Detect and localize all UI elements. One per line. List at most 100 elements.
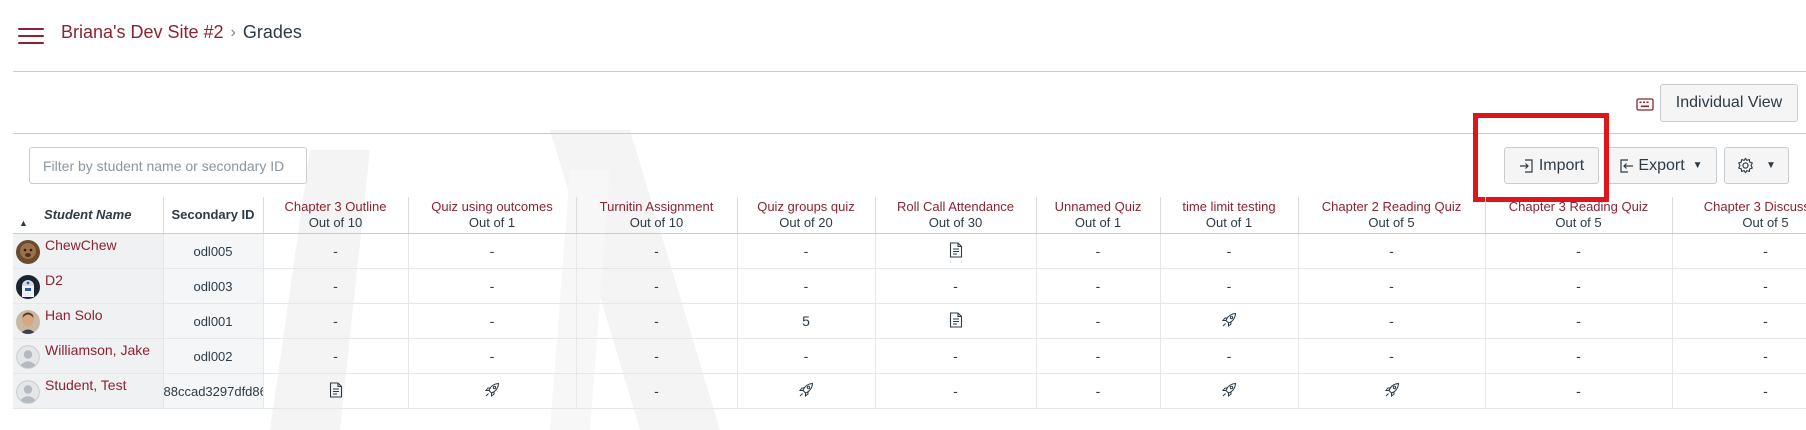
assignment-name[interactable]: Turnitin Assignment [581, 199, 733, 215]
sort-up-icon[interactable]: ▲ [19, 215, 28, 231]
grade-cell[interactable]: - [875, 268, 1037, 304]
assignment-header-8[interactable]: Chapter 3 Reading Quiz Out of 5 [1485, 197, 1673, 234]
grade-cell[interactable]: - [1298, 233, 1486, 269]
grade-cell[interactable]: - [263, 303, 409, 339]
grade-cell[interactable]: - [1485, 233, 1673, 269]
grade-cell[interactable]: - [1485, 303, 1673, 339]
avatar-icon[interactable] [16, 380, 40, 404]
grade-cell-rocket-icon[interactable] [737, 373, 876, 409]
grade-cell-document-icon[interactable] [875, 233, 1037, 269]
assignment-header-0[interactable]: Chapter 3 Outline Out of 10 [263, 197, 409, 234]
grade-cell[interactable]: - [737, 268, 876, 304]
assignment-name[interactable]: Quiz groups quiz [742, 199, 871, 215]
grade-cell[interactable]: 5 [737, 303, 876, 339]
assignment-name[interactable]: Roll Call Attendance [880, 199, 1032, 215]
assignment-points: Out of 20 [779, 215, 833, 230]
grade-cell-rocket-icon[interactable] [1160, 303, 1299, 339]
grade-cell[interactable]: - [408, 268, 577, 304]
assignment-header-5[interactable]: Unnamed Quiz Out of 1 [1036, 197, 1161, 234]
avatar-icon[interactable] [16, 345, 40, 369]
grade-cell[interactable]: - [1160, 338, 1299, 374]
student-name-link[interactable]: D2 [45, 272, 63, 288]
grade-cell[interactable]: - [263, 268, 409, 304]
grade-cell[interactable]: - [576, 268, 738, 304]
grade-cell[interactable]: - [1672, 338, 1806, 374]
grade-cell[interactable]: - [576, 373, 738, 409]
grade-cell[interactable]: - [737, 233, 876, 269]
breadcrumb-current-page: Grades [242, 22, 302, 42]
grade-cell[interactable]: - [737, 338, 876, 374]
grade-cell[interactable]: - [1672, 373, 1806, 409]
assignment-name[interactable]: Chapter 2 Reading Quiz [1303, 199, 1481, 215]
individual-view-button[interactable]: Individual View [1660, 84, 1798, 122]
grade-cell[interactable]: - [1672, 303, 1806, 339]
gradebook-settings-button[interactable]: ▼ [1724, 147, 1789, 184]
grade-cell-document-icon[interactable] [263, 373, 409, 409]
student-name-cell: D2 [13, 268, 164, 304]
assignment-points: Out of 5 [1742, 215, 1789, 230]
grade-cell-rocket-icon[interactable] [408, 373, 577, 409]
breadcrumb-course-link[interactable]: Briana's Dev Site #2 [61, 22, 224, 43]
grade-cell[interactable]: - [1485, 373, 1673, 409]
grade-cell[interactable]: - [1036, 338, 1161, 374]
grade-cell[interactable]: - [1036, 268, 1161, 304]
assignment-points: Out of 1 [1074, 215, 1122, 230]
grade-cell[interactable]: - [263, 338, 409, 374]
student-name-header-label: Student Name [44, 207, 132, 222]
avatar-icon[interactable] [16, 275, 40, 299]
grade-cell[interactable]: - [1160, 233, 1299, 269]
grade-cell[interactable]: - [408, 338, 577, 374]
grade-cell[interactable]: - [1298, 338, 1486, 374]
grade-cell[interactable]: - [1160, 268, 1299, 304]
hamburger-menu-icon[interactable] [18, 26, 44, 46]
grade-cell[interactable]: - [1485, 268, 1673, 304]
grade-cell[interactable]: - [576, 233, 738, 269]
grade-cell[interactable]: - [1672, 233, 1806, 269]
assignment-name[interactable]: Chapter 3 Outline [268, 199, 404, 215]
assignment-name[interactable]: Quiz using outcomes [413, 199, 572, 215]
student-name-link[interactable]: Williamson, Jake [45, 342, 150, 358]
grade-cell-rocket-icon[interactable] [1298, 373, 1486, 409]
student-name-link[interactable]: Student, Test [45, 377, 126, 393]
assignment-header-3[interactable]: Quiz groups quiz Out of 20 [737, 197, 876, 234]
grade-cell[interactable]: - [875, 338, 1037, 374]
grade-cell[interactable]: - [1485, 338, 1673, 374]
grade-cell[interactable]: - [1298, 268, 1486, 304]
avatar-icon[interactable] [16, 310, 40, 334]
grade-cell[interactable]: - [408, 303, 577, 339]
assignment-header-4[interactable]: Roll Call Attendance Out of 30 [875, 197, 1037, 234]
grade-cell[interactable]: - [576, 338, 738, 374]
export-button[interactable]: Export ▼ [1604, 147, 1717, 184]
student-filter-input[interactable] [29, 147, 307, 184]
assignment-header-7[interactable]: Chapter 2 Reading Quiz Out of 5 [1298, 197, 1486, 234]
assignment-header-6[interactable]: time limit testing Out of 1 [1160, 197, 1299, 234]
secondary-id-header[interactable]: Secondary ID [163, 197, 264, 234]
gear-icon [1738, 157, 1753, 174]
grade-cell[interactable]: - [576, 303, 738, 339]
assignment-header-2[interactable]: Turnitin Assignment Out of 10 [576, 197, 738, 234]
assignment-header-9[interactable]: Chapter 3 DiscussionOut of 5 [1672, 197, 1806, 234]
grade-cell-rocket-icon[interactable] [1160, 373, 1299, 409]
assignment-name[interactable]: Chapter 3 Reading Quiz [1490, 199, 1668, 215]
assignment-name[interactable]: time limit testing [1165, 199, 1294, 215]
keyboard-icon[interactable] [1636, 95, 1654, 113]
grade-cell[interactable]: - [1672, 268, 1806, 304]
assignment-name[interactable]: Unnamed Quiz [1041, 199, 1156, 215]
student-name-link[interactable]: ChewChew [45, 237, 117, 253]
import-button[interactable]: Import [1504, 147, 1599, 184]
assignment-header-1[interactable]: Quiz using outcomes Out of 1 [408, 197, 577, 234]
grade-cell[interactable]: - [875, 373, 1037, 409]
grade-cell[interactable]: - [1036, 233, 1161, 269]
grade-cell[interactable]: - [1036, 373, 1161, 409]
avatar-icon[interactable] [16, 240, 40, 264]
student-name-header[interactable]: Student Name ▲ [13, 197, 164, 234]
gradebook-grid: Student Name ▲ Secondary ID Chapter 3 Ou… [13, 197, 1806, 410]
student-name-link[interactable]: Han Solo [45, 307, 103, 323]
grade-cell[interactable]: - [263, 233, 409, 269]
grade-cell-document-icon[interactable] [875, 303, 1037, 339]
secondary-id-cell: 88ccad3297dfd86 [163, 373, 264, 409]
grade-cell[interactable]: - [408, 233, 577, 269]
grade-cell[interactable]: - [1036, 303, 1161, 339]
assignment-name[interactable]: Chapter 3 Discussion [1677, 199, 1806, 215]
grade-cell[interactable]: - [1298, 303, 1486, 339]
